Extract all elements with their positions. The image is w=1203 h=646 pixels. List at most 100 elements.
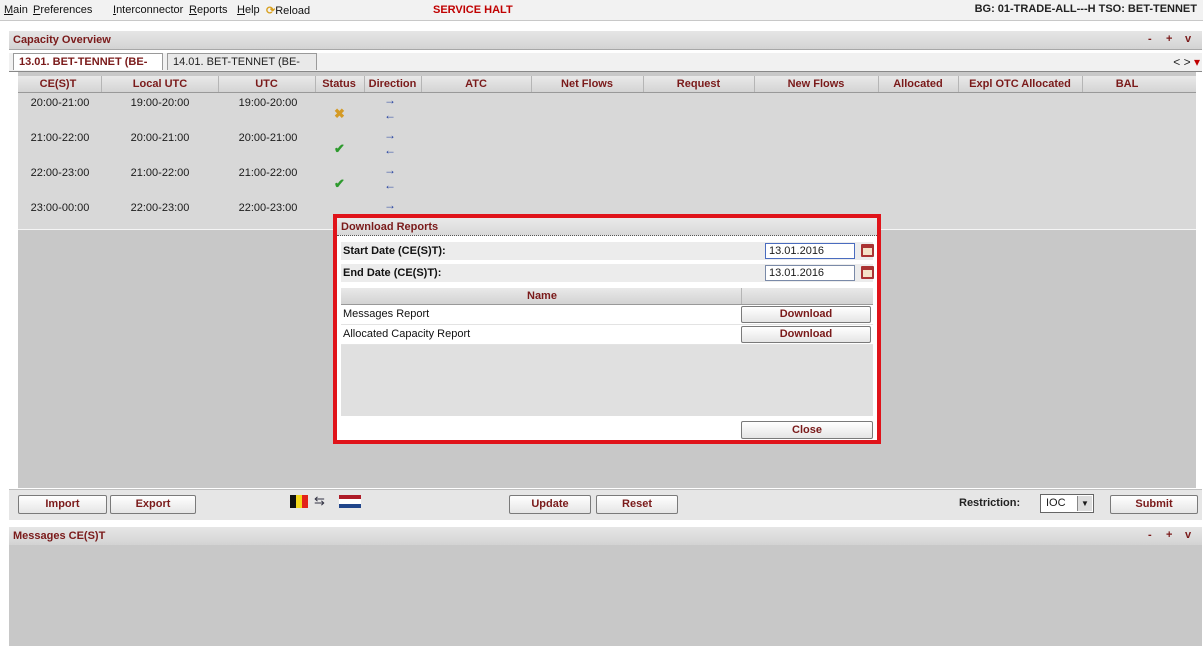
maximize-button[interactable]: + [1166,33,1172,45]
status-error-icon: ✖ [334,106,345,121]
cell-cest: 21:00-22:00 [30,132,90,144]
cell-local-utc: 20:00-21:00 [130,132,190,144]
cell-local-utc: 22:00-23:00 [130,202,190,214]
menu-preferences[interactable]: Preferences [33,4,92,16]
tab-13-01[interactable]: 13.01. BET-TENNET (BE-NL) [13,53,163,84]
table-row[interactable]: 21:00-22:00 20:00-21:00 20:00-21:00 ✔ → … [18,128,1196,164]
col-name: Name [527,290,557,302]
col-utc[interactable]: UTC [218,78,315,90]
start-date-row: Start Date (CE(S)T): 13.01.2016 [341,242,874,260]
report-name: Allocated Capacity Report [343,328,471,340]
messages-header: Messages CE(S)T - + v [9,526,1202,546]
table-row[interactable]: 22:00-23:00 21:00-22:00 21:00-22:00 ✔ → … [18,163,1196,199]
tab-menu-icon[interactable]: ▾ [1194,55,1200,69]
capacity-toolbar: Import Export ⇆ Update Reset Restriction… [9,489,1202,520]
cell-local-utc: 19:00-20:00 [130,97,190,109]
reset-button[interactable]: Reset [596,495,678,514]
download-reports-dialog: Download Reports Start Date (CE(S)T): 13… [333,214,881,444]
menu-help[interactable]: Help [237,4,260,16]
export-button[interactable]: Export [110,495,196,514]
dialog-title-bar: Download Reports [337,218,877,236]
direction-import-icon: ← [384,178,396,192]
restriction-value: IOC [1046,497,1066,509]
collapse-button[interactable]: v [1185,529,1191,541]
cell-local-utc: 21:00-22:00 [130,167,190,179]
end-date-row: End Date (CE(S)T): 13.01.2016 [341,264,874,282]
tab-prev-icon[interactable]: < [1173,55,1180,69]
messages-title: Messages CE(S)T [13,530,106,542]
menu-bar: Main Preferences Interconnector Reports … [0,0,1203,21]
col-net-flows[interactable]: Net Flows [531,78,643,90]
service-status: SERVICE HALT [433,4,513,16]
netherlands-flag-icon [339,495,361,508]
direction-export-icon: → [384,128,396,142]
cell-utc: 19:00-20:00 [238,97,298,109]
grid-header: CE(S)T Local UTC UTC Status Direction AT… [18,76,1196,93]
direction-export-icon: → [384,198,396,212]
direction-import-icon: ← [384,108,396,122]
report-row: Allocated Capacity Report Download [341,325,873,345]
report-name: Messages Report [343,308,430,320]
belgium-flag-icon [290,495,308,508]
restriction-select[interactable]: IOC ▼ [1040,494,1094,513]
menu-reports[interactable]: Reports [189,4,228,16]
col-direction[interactable]: Direction [365,78,420,90]
report-row: Messages Report Download [341,305,873,325]
capacity-overview-title: Capacity Overview [13,34,111,46]
col-bal[interactable]: BAL [1082,78,1172,90]
calendar-icon[interactable] [861,244,874,257]
menu-main[interactable]: Main [4,4,28,16]
cell-cest: 20:00-21:00 [30,97,90,109]
swap-direction-icon[interactable]: ⇆ [314,493,325,509]
calendar-icon[interactable] [861,266,874,279]
update-button[interactable]: Update [509,495,591,514]
restriction-label: Restriction: [959,497,1021,509]
col-local-utc[interactable]: Local UTC [102,78,218,90]
download-button[interactable]: Download [741,326,871,343]
reports-table: Name Messages Report Download Allocated … [341,288,873,416]
minimize-button[interactable]: - [1148,529,1152,541]
cell-cest: 23:00-00:00 [30,202,90,214]
table-row[interactable]: 20:00-21:00 19:00-20:00 19:00-20:00 ✖ → … [18,93,1196,129]
cell-utc: 22:00-23:00 [238,202,298,214]
cell-utc: 21:00-22:00 [238,167,298,179]
maximize-button[interactable]: + [1166,529,1172,541]
collapse-button[interactable]: v [1185,33,1191,45]
cell-cest: 22:00-23:00 [30,167,90,179]
col-status[interactable]: Status [315,78,363,90]
direction-export-icon: → [384,93,396,107]
import-button[interactable]: Import [18,495,107,514]
col-allocated[interactable]: Allocated [878,78,958,90]
end-date-label: End Date (CE(S)T): [343,267,442,279]
menu-reload[interactable]: ⟳Reload [266,4,310,17]
end-date-input[interactable]: 13.01.2016 [765,265,855,281]
cell-utc: 20:00-21:00 [238,132,298,144]
tab-bar: 13.01. BET-TENNET (BE-NL) 14.01. BET-TEN… [9,53,1202,84]
minimize-button[interactable]: - [1148,33,1152,45]
col-new-flows[interactable]: New Flows [754,78,878,90]
reload-icon: ⟳ [266,5,276,17]
capacity-overview-header: Capacity Overview - + v [9,30,1202,50]
download-button[interactable]: Download [741,306,871,323]
col-cest[interactable]: CE(S)T [18,78,98,90]
dialog-title: Download Reports [341,221,439,233]
tab-next-icon[interactable]: > [1184,55,1191,69]
direction-import-icon: ← [384,143,396,157]
reports-table-header: Name [341,288,873,305]
bg-tso-info: BG: 01-TRADE-ALL---H TSO: BET-TENNET [974,3,1197,15]
col-atc[interactable]: ATC [421,78,531,90]
chevron-down-icon[interactable]: ▼ [1077,496,1092,511]
col-request[interactable]: Request [643,78,754,90]
tab-14-01[interactable]: 14.01. BET-TENNET (BE-NL) [167,53,317,84]
close-button[interactable]: Close [741,421,873,439]
start-date-input[interactable]: 13.01.2016 [765,243,855,259]
status-ok-icon: ✔ [334,141,345,156]
status-ok-icon: ✔ [334,176,345,191]
col-expl-otc-allocated[interactable]: Expl OTC Allocated [958,78,1082,90]
direction-export-icon: → [384,163,396,177]
tab-navigation: < > ▾ [1173,55,1200,69]
submit-button[interactable]: Submit [1110,495,1198,514]
messages-body [9,545,1202,646]
menu-interconnector[interactable]: Interconnector [113,4,183,16]
start-date-label: Start Date (CE(S)T): [343,245,446,257]
